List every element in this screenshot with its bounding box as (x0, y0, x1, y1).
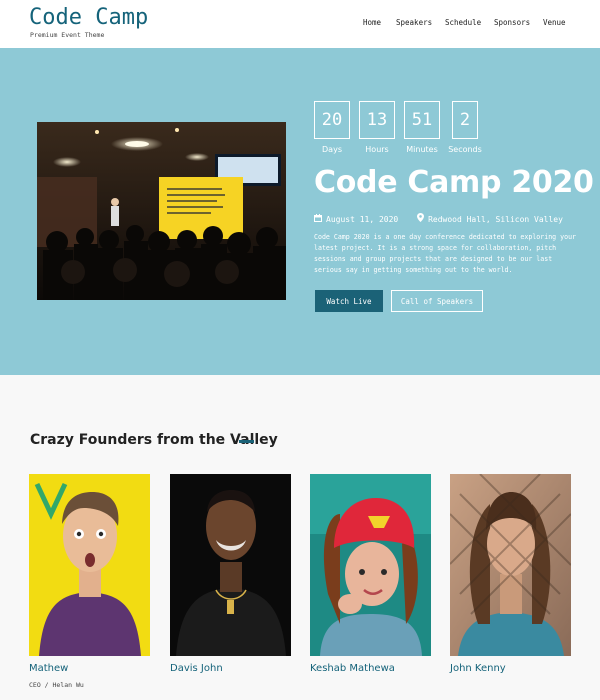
event-location: Redwood Hall, Silicon Valley (428, 215, 563, 224)
site-header: Code Camp Premium Event Theme Home Speak… (0, 0, 600, 48)
site-logo[interactable]: Code Camp (29, 5, 148, 30)
countdown-days-value: 20 (314, 101, 350, 139)
founder-photo[interactable] (310, 474, 431, 656)
call-of-speakers-button[interactable]: Call of Speakers (391, 290, 483, 312)
founder-photo[interactable] (29, 474, 150, 656)
founder-name[interactable]: Keshab Mathewa (310, 663, 395, 674)
founder-name[interactable]: John Kenny (450, 663, 506, 674)
founder-card[interactable]: Mathew CEO / Helan Wu (29, 474, 150, 689)
nav-schedule[interactable]: Schedule (445, 18, 481, 27)
calendar-icon (314, 214, 322, 224)
founder-role: CEO / Helan Wu (29, 681, 84, 689)
countdown-seconds-value: 2 (452, 101, 478, 139)
site-tagline: Premium Event Theme (30, 31, 105, 39)
founder-photo[interactable] (170, 474, 291, 656)
founder-photo[interactable] (450, 474, 571, 656)
event-title: Code Camp 2020 (314, 165, 594, 200)
nav-speakers[interactable]: Speakers (396, 18, 432, 27)
nav-sponsors[interactable]: Sponsors (494, 18, 530, 27)
founder-card[interactable]: John Kenny (450, 474, 571, 674)
title-accent-dash (239, 440, 254, 443)
founder-name[interactable]: Mathew (29, 663, 68, 674)
nav-venue[interactable]: Venue (543, 18, 566, 27)
founder-card[interactable]: Keshab Mathewa (310, 474, 431, 674)
countdown-hours-label: Hours (365, 145, 389, 154)
countdown-seconds-label: Seconds (448, 145, 482, 154)
countdown-days-label: Days (322, 145, 342, 154)
map-marker-icon (417, 213, 425, 224)
hero-section: 20 Days 13 Hours 51 Minutes 2 Seconds Co… (0, 48, 600, 375)
countdown-hours-value: 13 (359, 101, 395, 139)
event-description: Code Camp 2020 is a one day conference d… (314, 233, 577, 274)
nav-home[interactable]: Home (363, 18, 381, 27)
watch-live-button[interactable]: Watch Live (315, 290, 383, 312)
event-date: August 11, 2020 (326, 215, 399, 224)
countdown-minutes-value: 51 (404, 101, 440, 139)
event-meta: August 11, 2020 Redwood Hall, Silicon Va… (314, 213, 563, 224)
founder-name[interactable]: Davis John (170, 663, 223, 674)
conference-photo (37, 122, 286, 300)
founder-card[interactable]: Davis John (170, 474, 291, 674)
